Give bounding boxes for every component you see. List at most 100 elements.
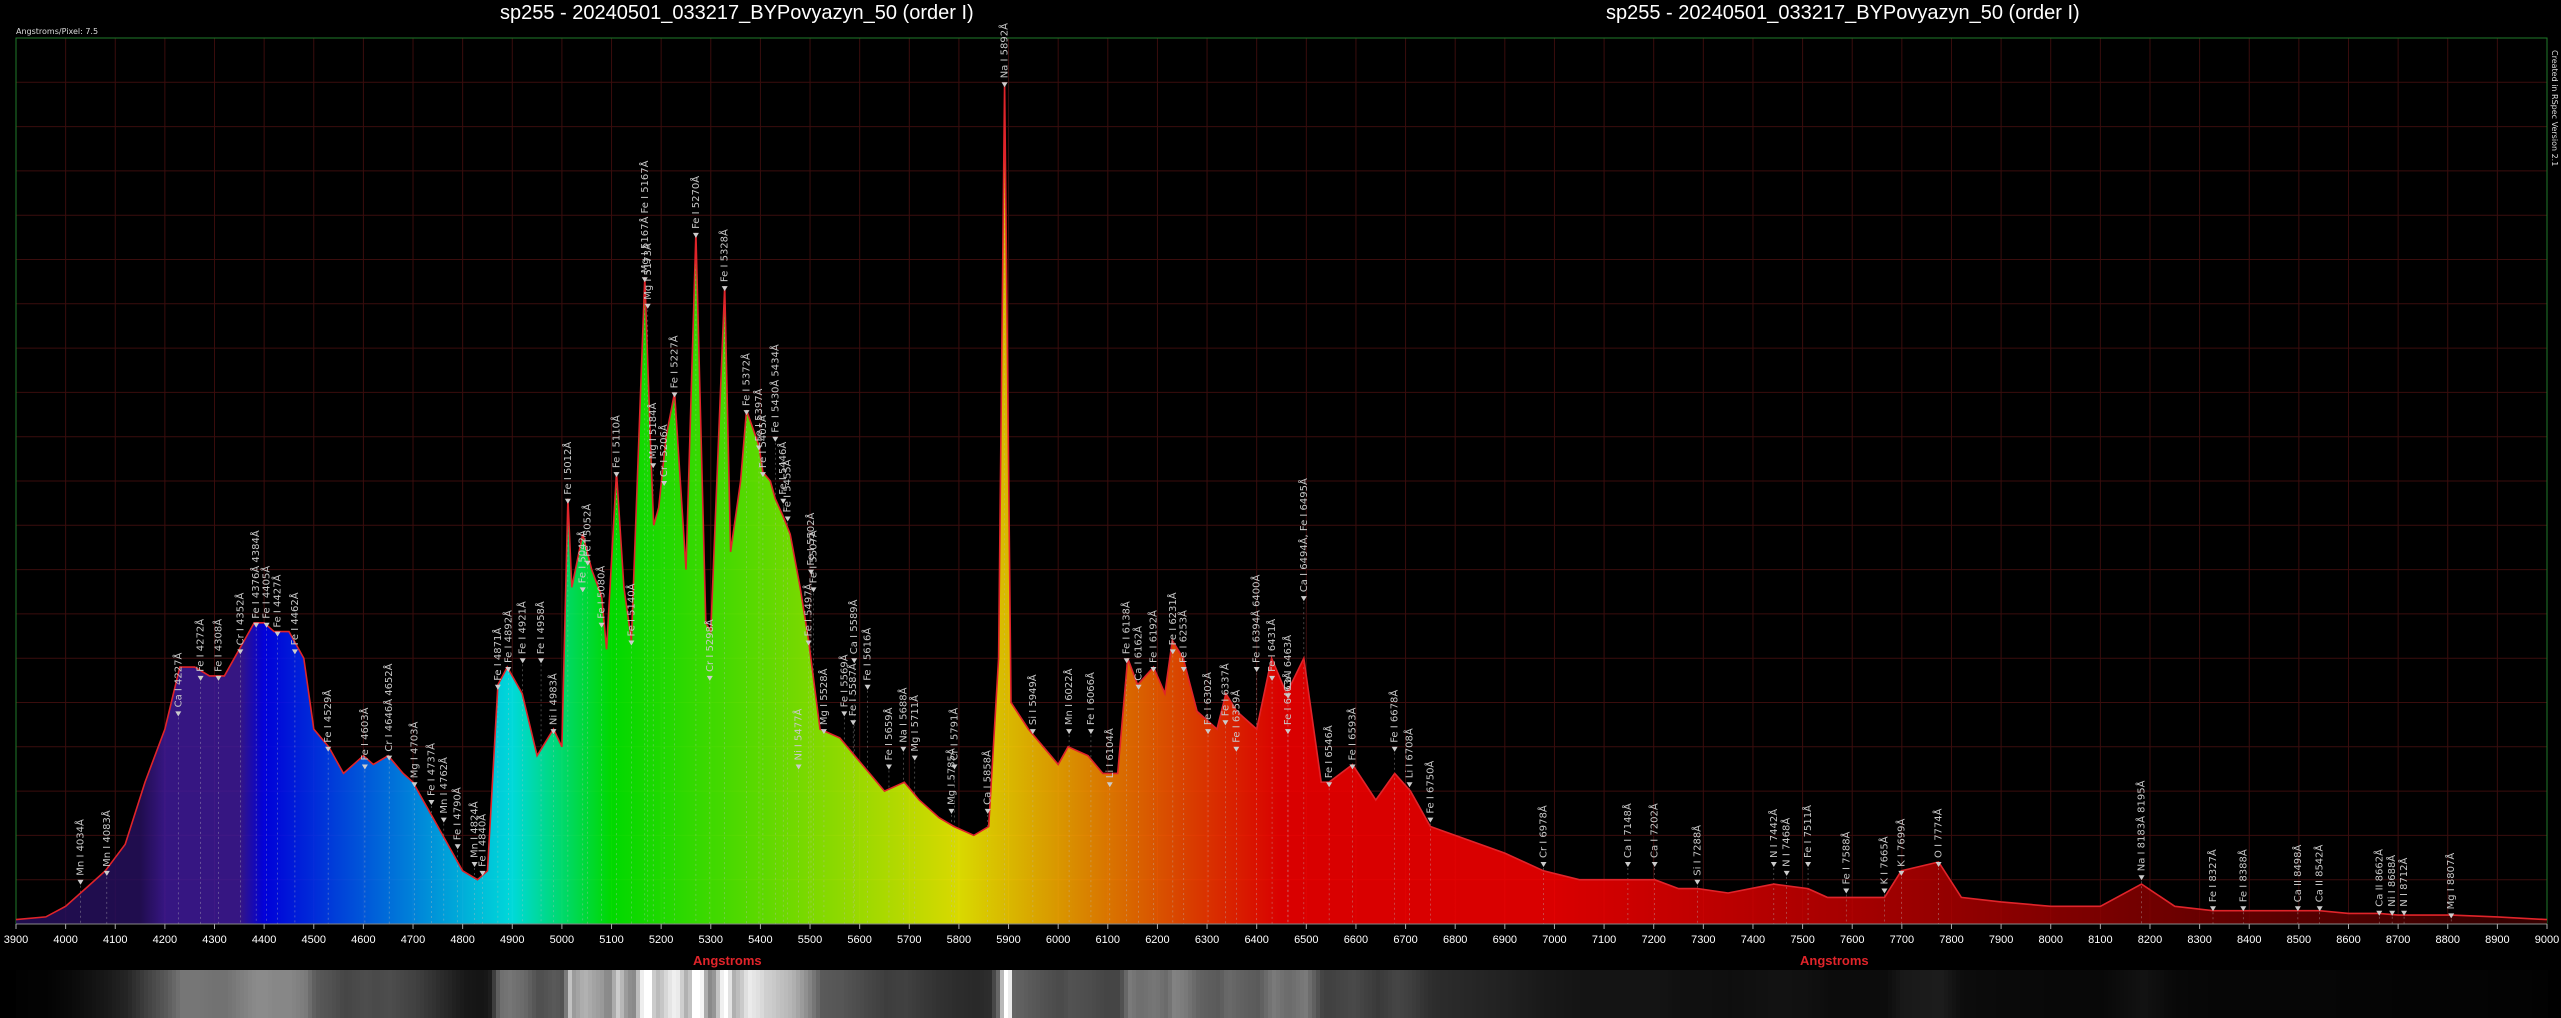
line-label: Fe I 5497Å bbox=[802, 583, 815, 636]
strip-band bbox=[312, 970, 316, 1018]
strip-band bbox=[1008, 970, 1012, 1018]
strip-band bbox=[136, 970, 140, 1018]
strip-band bbox=[1356, 970, 1360, 1018]
strip-band bbox=[84, 970, 88, 1018]
strip-band bbox=[2528, 970, 2532, 1018]
strip-band bbox=[596, 970, 600, 1018]
strip-band bbox=[712, 970, 716, 1018]
strip-band bbox=[736, 970, 740, 1018]
strip-band bbox=[1232, 970, 1236, 1018]
line-marker-arrow bbox=[1805, 861, 1812, 867]
strip-band bbox=[716, 970, 720, 1018]
strip-band bbox=[1372, 970, 1376, 1018]
strip-band bbox=[1304, 970, 1308, 1018]
strip-band bbox=[2244, 970, 2248, 1018]
strip-band bbox=[904, 970, 908, 1018]
line-label: Fe I 4790Å bbox=[451, 787, 464, 840]
strip-band bbox=[1032, 970, 1036, 1018]
strip-band bbox=[232, 970, 236, 1018]
strip-band bbox=[1528, 970, 1532, 1018]
strip-band bbox=[800, 970, 804, 1018]
strip-band bbox=[2156, 970, 2160, 1018]
line-label: Fe I 7511Å bbox=[1801, 805, 1814, 858]
strip-band bbox=[1564, 970, 1568, 1018]
strip-band bbox=[1980, 970, 1984, 1018]
x-tick-label: 8300 bbox=[2187, 934, 2211, 946]
strip-band bbox=[1880, 970, 1884, 1018]
line-label: Fe I 8327Å bbox=[2206, 849, 2219, 902]
strip-band bbox=[2004, 970, 2008, 1018]
strip-band bbox=[1888, 970, 1892, 1018]
strip-band bbox=[2432, 970, 2436, 1018]
strip-band bbox=[1152, 970, 1156, 1018]
strip-band bbox=[1252, 970, 1256, 1018]
strip-band bbox=[1712, 970, 1716, 1018]
strip-band bbox=[512, 970, 516, 1018]
strip-band bbox=[2208, 970, 2212, 1018]
line-marker-arrow bbox=[850, 720, 857, 726]
strip-band bbox=[2384, 970, 2388, 1018]
strip-band bbox=[1568, 970, 1572, 1018]
x-tick-label: 7900 bbox=[1989, 934, 2013, 946]
line-label: Fe I 4921Å bbox=[516, 601, 529, 654]
strip-band bbox=[2256, 970, 2260, 1018]
strip-band bbox=[1368, 970, 1372, 1018]
strip-band bbox=[1596, 970, 1600, 1018]
line-label: Fe I 4603Å bbox=[358, 707, 371, 760]
strip-band bbox=[2132, 970, 2136, 1018]
line-marker-arrow bbox=[519, 658, 526, 664]
line-label: Fe I 6546Å bbox=[1322, 725, 1335, 778]
strip-band bbox=[2000, 970, 2004, 1018]
strip-band bbox=[912, 970, 916, 1018]
line-label: Fe I 4840Å bbox=[475, 814, 488, 867]
strip-band bbox=[2016, 970, 2020, 1018]
strip-band bbox=[1708, 970, 1712, 1018]
x-tick-label: 4000 bbox=[53, 934, 77, 946]
strip-band bbox=[300, 970, 304, 1018]
strip-band bbox=[924, 970, 928, 1018]
strip-band bbox=[948, 970, 952, 1018]
strip-band bbox=[184, 970, 188, 1018]
strip-band bbox=[1068, 970, 1072, 1018]
strip-band bbox=[1428, 970, 1432, 1018]
strip-band bbox=[200, 970, 204, 1018]
strip-band bbox=[1300, 970, 1304, 1018]
x-tick-label: 5800 bbox=[947, 934, 971, 946]
strip-band bbox=[1900, 970, 1904, 1018]
strip-band bbox=[1640, 970, 1644, 1018]
strip-band bbox=[816, 970, 820, 1018]
strip-band bbox=[212, 970, 216, 1018]
line-label: N I 8712Å bbox=[2397, 857, 2410, 906]
strip-band bbox=[1364, 970, 1368, 1018]
strip-band bbox=[2544, 970, 2548, 1018]
line-label: Mg I 8807Å bbox=[2444, 853, 2457, 910]
strip-band bbox=[2088, 970, 2092, 1018]
strip-band bbox=[780, 970, 784, 1018]
strip-band bbox=[1748, 970, 1752, 1018]
strip-band bbox=[852, 970, 856, 1018]
strip-band bbox=[1620, 970, 1624, 1018]
x-tick-label: 7600 bbox=[1840, 934, 1864, 946]
strip-band bbox=[1768, 970, 1772, 1018]
strip-band bbox=[1852, 970, 1856, 1018]
strip-band bbox=[1952, 970, 1956, 1018]
strip-band bbox=[684, 970, 688, 1018]
strip-band bbox=[720, 970, 724, 1018]
strip-band bbox=[1208, 970, 1212, 1018]
strip-band bbox=[252, 970, 256, 1018]
strip-band bbox=[2012, 970, 2016, 1018]
strip-band bbox=[152, 970, 156, 1018]
strip-band bbox=[1840, 970, 1844, 1018]
strip-band bbox=[1264, 970, 1268, 1018]
strip-band bbox=[724, 970, 728, 1018]
line-label: Fe I 6253Å bbox=[1177, 610, 1190, 663]
line-marker-arrow bbox=[454, 844, 461, 850]
line-label: Ca I 7148Å bbox=[1621, 803, 1634, 858]
strip-band bbox=[1344, 970, 1348, 1018]
strip-band bbox=[1492, 970, 1496, 1018]
strip-band bbox=[996, 970, 1000, 1018]
line-label: Fe I 4272Å bbox=[194, 619, 207, 672]
strip-band bbox=[2352, 970, 2356, 1018]
x-tick-label: 7400 bbox=[1741, 934, 1765, 946]
strip-band bbox=[1336, 970, 1340, 1018]
